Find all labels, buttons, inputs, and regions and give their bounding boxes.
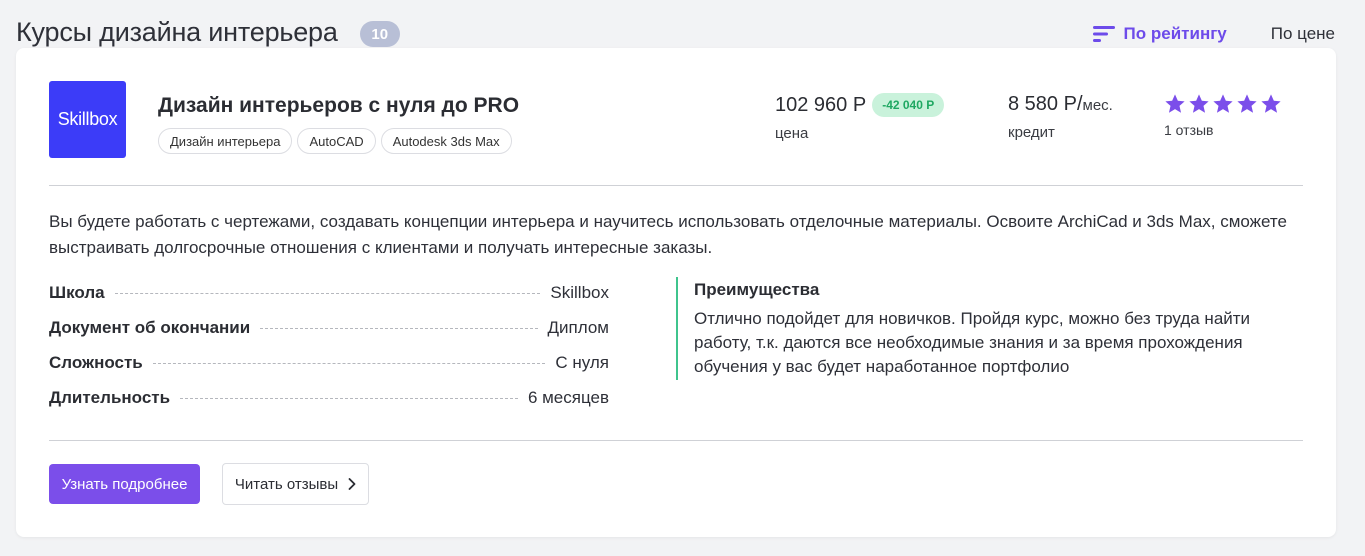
course-tags: Дизайн интерьера AutoCAD Autodesk 3ds Ma… [158,128,512,154]
page-header: Курсы дизайна интерьера 10 По рейтингу П… [16,14,1335,50]
detail-key: Сложность [49,353,143,372]
rating-block: 1 отзыв [1164,93,1282,138]
credit-label: кредит [1008,124,1055,141]
sort-by-rating-label: По рейтингу [1123,24,1227,43]
star-icon [1237,94,1257,113]
divider [49,185,1303,186]
credit-unit: мес. [1082,97,1113,114]
divider [49,440,1303,441]
discount-badge: -42 040 Р [872,93,945,117]
detail-value: 6 месяцев [527,388,609,407]
price-label: цена [775,125,809,142]
page-title: Курсы дизайна интерьера [16,16,338,47]
chevron-right-icon [348,478,356,490]
course-title[interactable]: Дизайн интерьеров с нуля до PRO [158,94,519,118]
tag[interactable]: Дизайн интерьера [158,128,293,154]
star-icon [1165,94,1185,113]
detail-row-school: Школа Skillbox [49,283,609,318]
detail-value: С нуля [555,353,609,372]
tag[interactable]: Autodesk 3ds Max [380,128,512,154]
detail-row-difficulty: Сложность С нуля [49,353,609,388]
learn-more-button[interactable]: Узнать подробнее [49,464,200,504]
read-reviews-label: Читать отзывы [234,475,339,493]
sort-group: По рейтингу По цене [1092,24,1335,44]
reviews-count[interactable]: 1 отзыв [1164,122,1282,138]
course-count-badge: 10 [359,21,400,47]
school-logo[interactable]: Skillbox [49,81,126,158]
detail-key: Документ об окончании [49,318,251,337]
dotted-leader [152,363,546,364]
sort-by-rating-button[interactable]: По рейтингу [1092,24,1227,44]
star-icon [1261,94,1281,113]
tag[interactable]: AutoCAD [297,128,376,154]
detail-row-duration: Длительность 6 месяцев [49,388,609,423]
read-reviews-button[interactable]: Читать отзывы [222,463,369,505]
star-icon [1189,94,1209,113]
course-details: Школа Skillbox Документ об окончании Дип… [49,283,609,423]
price-block: 102 960 Р -42 040 Р цена [775,93,945,142]
school-logo-text: Skillbox [57,109,118,129]
credit-block: 8 580 Р/мес. кредит [1008,93,1113,141]
detail-value: Skillbox [550,283,609,302]
sort-by-price-button[interactable]: По цене [1271,24,1335,44]
credit-value: 8 580 Р/ [1008,93,1083,115]
detail-key: Школа [49,283,105,302]
detail-value: Диплом [547,318,609,337]
dotted-leader [180,398,518,399]
advantages-title: Преимущества [694,280,820,299]
dotted-leader [260,328,538,329]
rating-stars [1164,93,1282,115]
course-card: Skillbox Дизайн интерьеров с нуля до PRO… [16,48,1336,537]
sort-icon [1092,26,1115,42]
dotted-leader [114,293,541,294]
advantages-text: Отлично подойдет для новичков. Пройдя ку… [694,309,1251,376]
detail-row-document: Документ об окончании Диплом [49,318,609,353]
detail-key: Длительность [49,388,171,407]
star-icon [1213,94,1233,113]
price-value: 102 960 Р [775,93,867,116]
advantages-block: Преимущества Отлично подойдет для новичк… [676,277,1276,380]
course-description: Вы будете работать с чертежами, создават… [49,212,1287,257]
